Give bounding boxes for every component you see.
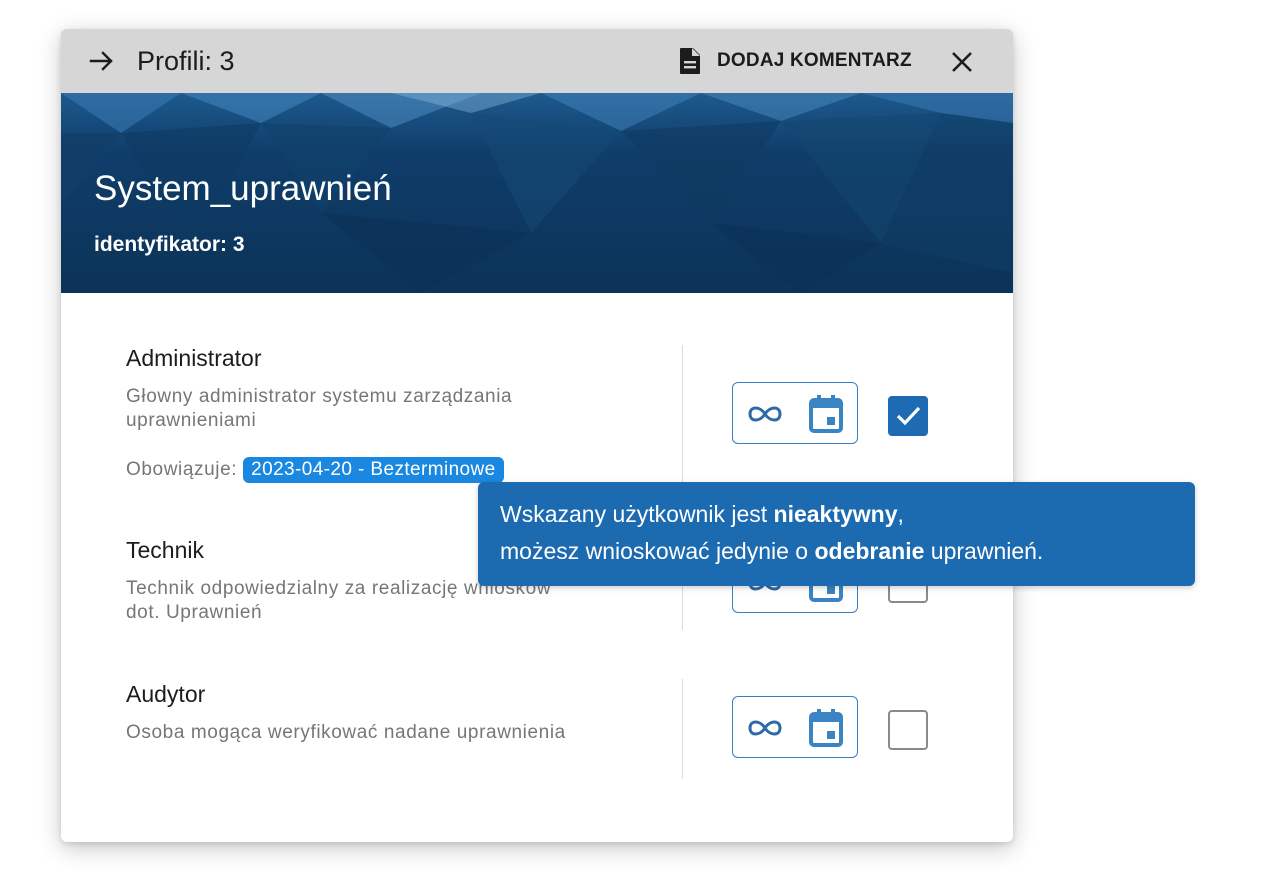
dialog-title: Profili: 3 [137, 46, 235, 76]
tooltip-emphasis: nieaktywny [773, 501, 898, 527]
tooltip-emphasis: odebranie [814, 538, 925, 564]
role-description: Głowny administrator systemu zarządzania… [126, 386, 513, 431]
role-name: Technik [126, 537, 204, 563]
validity-label: Obowiązuje: [126, 459, 238, 480]
validity-controls [732, 696, 858, 758]
document-icon[interactable] [677, 47, 703, 75]
add-comment-button[interactable]: DODAJ KOMENTARZ [717, 50, 912, 72]
role-row-administrator: Administrator Głowny administrator syste… [61, 345, 1013, 495]
validity-controls [732, 382, 858, 444]
inactive-user-tooltip: Wskazany użytkownik jest nieaktywny, moż… [478, 482, 1195, 586]
divider [682, 345, 683, 495]
validity-badge: 2023-04-20 - Bezterminowe [243, 457, 504, 483]
profile-dialog: Profili: 3 DODAJ KOMENTARZ System_uprawn… [61, 29, 1013, 842]
role-checkbox-administrator[interactable] [888, 396, 928, 436]
role-description: Osoba mogąca weryfikować nadane uprawnie… [126, 722, 566, 743]
tooltip-text: uprawnień. [924, 538, 1044, 564]
tooltip-line-1: Wskazany użytkownik jest nieaktywny, [500, 496, 1195, 533]
calendar-icon[interactable] [809, 707, 843, 747]
arrow-right-icon[interactable] [89, 49, 115, 73]
role-row-audytor: Audytor Osoba mogąca weryfikować nadane … [61, 681, 1013, 781]
checkmark-icon [896, 406, 921, 426]
role-checkbox-audytor[interactable] [888, 710, 928, 750]
system-identifier: identyfikator: 3 [94, 233, 245, 256]
system-name: System_uprawnień [94, 169, 392, 208]
validity-info: Obowiązuje: 2023-04-20 - Bezterminowe [126, 457, 504, 483]
dialog-header: Profili: 3 DODAJ KOMENTARZ [61, 29, 1013, 93]
tooltip-text: , [897, 501, 904, 527]
tooltip-text: Wskazany użytkownik jest [500, 501, 774, 527]
tooltip-text: możesz wnioskować jedynie o [500, 538, 815, 564]
role-name: Administrator [126, 345, 262, 371]
tooltip-line-2: możesz wnioskować jedynie o odebranie up… [500, 533, 1195, 570]
system-banner: System_uprawnień identyfikator: 3 [61, 93, 1013, 293]
infinity-icon[interactable] [741, 713, 789, 743]
role-name: Audytor [126, 681, 206, 707]
calendar-icon[interactable] [809, 393, 843, 433]
infinity-icon[interactable] [741, 399, 789, 429]
divider [682, 679, 683, 779]
close-icon[interactable] [949, 49, 975, 75]
